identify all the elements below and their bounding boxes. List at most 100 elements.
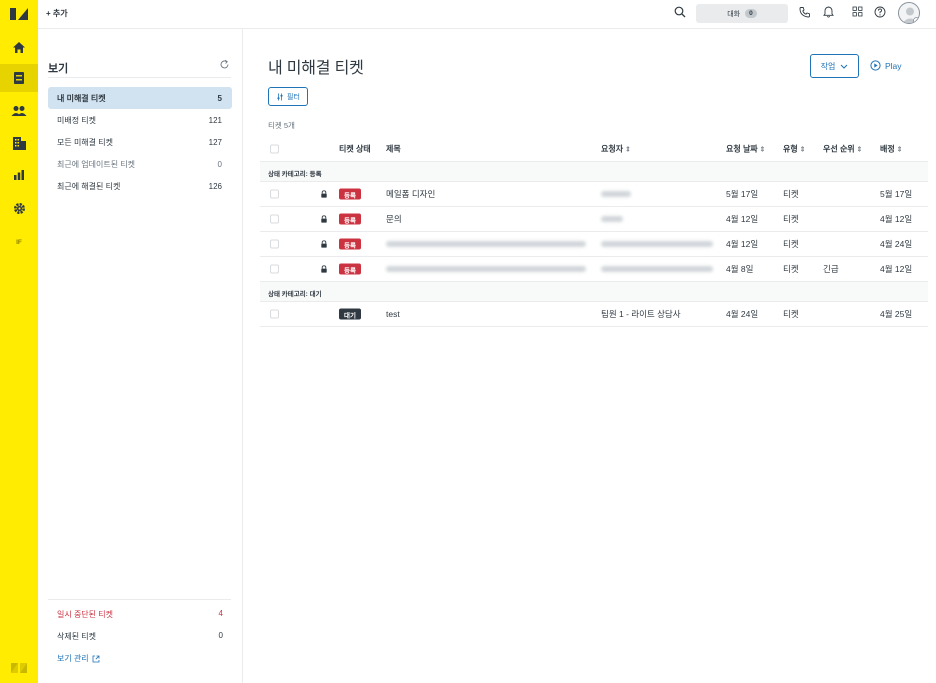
column-header-requester[interactable]: 요청자 ⇕: [601, 144, 631, 155]
view-item-recently-updated[interactable]: 최근에 업데이트된 티켓 0: [48, 153, 232, 175]
user-avatar[interactable]: [898, 2, 920, 24]
view-item-deleted[interactable]: 삭제된 티켓 0: [57, 631, 223, 642]
column-header-status[interactable]: 티켓 상태: [339, 144, 371, 155]
views-bottom-divider: [48, 599, 231, 600]
ticket-type: 티켓: [783, 264, 799, 274]
conversations-button[interactable]: 대화 0: [696, 4, 788, 23]
table-row[interactable]: 등록 문의 4월 12일 티켓 4월 12일: [260, 207, 928, 232]
organizations-nav[interactable]: [0, 129, 38, 157]
sort-icon: ⇕: [625, 146, 631, 154]
row-checkbox[interactable]: [270, 239, 279, 249]
view-item-count: 126: [208, 181, 222, 191]
external-link-icon: [92, 655, 100, 662]
row-checkbox[interactable]: [270, 214, 279, 224]
column-header-subject[interactable]: 제목: [386, 144, 401, 155]
phone-icon[interactable]: [799, 6, 811, 18]
requested-date: 4월 12일: [726, 239, 759, 249]
apps-grid-icon[interactable]: [852, 6, 863, 17]
actions-label: 작업: [820, 61, 836, 71]
view-item-count: 0: [217, 159, 222, 169]
view-item-label: 최근에 해결된 티켓: [57, 181, 121, 191]
status-group-header: 상태 카테고리: 대기: [260, 282, 928, 302]
ticket-type: 티켓: [783, 309, 799, 319]
settings-nav[interactable]: [0, 194, 38, 222]
view-item-count: 121: [208, 115, 222, 125]
column-header-requested[interactable]: 요청 날짜 ⇕: [726, 144, 766, 155]
select-all-checkbox[interactable]: [270, 144, 279, 154]
view-item-my-unsolved[interactable]: 내 미해결 티켓 5: [48, 87, 232, 109]
view-item-suspended[interactable]: 일시 중단된 티켓 4: [57, 609, 223, 620]
view-item-label: 미배정 티켓: [57, 115, 97, 125]
table-header: 티켓 상태 제목 요청자 ⇕ 요청 날짜 ⇕ 유형 ⇕ 우선 순위 ⇕ 배정 ⇕: [260, 137, 928, 162]
status-badge: 대기: [339, 308, 361, 320]
actions-dropdown-button[interactable]: 작업: [810, 54, 859, 78]
table-row[interactable]: 등록 4월 8일 티켓 긴급 4월 12일: [260, 257, 928, 282]
bell-icon[interactable]: [823, 6, 834, 18]
lock-icon: [321, 190, 327, 198]
ticket-priority: 긴급: [823, 264, 839, 274]
sort-icon: ⇕: [799, 146, 806, 154]
table-row[interactable]: 등록 메일폼 디자인 5월 17일 티켓 5월 17일: [260, 182, 928, 207]
column-header-priority[interactable]: 우선 순위 ⇕: [823, 144, 863, 155]
chevron-down-icon: [841, 64, 848, 69]
conversations-count: 0: [745, 9, 757, 18]
filter-label: 필터: [287, 93, 300, 101]
view-item-unassigned[interactable]: 미배정 티켓 121: [48, 109, 232, 131]
requester-redacted: [601, 266, 713, 272]
zendesk-logo-icon[interactable]: [9, 6, 29, 22]
requester-redacted: [601, 216, 623, 222]
views-title: 보기: [48, 63, 69, 75]
search-icon[interactable]: [674, 6, 686, 18]
ticket-subject[interactable]: 문의: [386, 213, 402, 225]
top-bar: + 추가 대화 0: [38, 0, 936, 29]
refresh-icon[interactable]: [219, 59, 230, 70]
table-row[interactable]: 등록 4월 12일 티켓 4월 24일: [260, 232, 928, 257]
view-item-recently-solved[interactable]: 최근에 해결된 티켓 126: [48, 175, 232, 197]
requester-redacted: [601, 191, 631, 197]
status-group-header: 상태 카테고리: 등록: [260, 162, 928, 182]
zendesk-wordmark-icon: [11, 663, 27, 673]
add-button[interactable]: + 추가: [46, 8, 68, 19]
views-list: 내 미해결 티켓 5 미배정 티켓 121 모든 미해결 티켓 127 최근에 …: [48, 87, 232, 197]
home-nav[interactable]: [0, 33, 38, 61]
sort-icon: ⇕: [896, 146, 903, 154]
assigned-date: 4월 12일: [880, 214, 913, 224]
view-item-label: 내 미해결 티켓: [57, 93, 106, 103]
status-badge: 등록: [339, 263, 361, 275]
ticket-type: 티켓: [783, 189, 799, 199]
column-header-assigned[interactable]: 배정 ⇕: [880, 144, 903, 155]
status-group-label: 상태 카테고리: 등록: [268, 171, 322, 178]
help-icon[interactable]: [874, 6, 886, 18]
tickets-icon: [14, 72, 24, 84]
row-checkbox[interactable]: [270, 189, 279, 199]
row-checkbox[interactable]: [270, 309, 279, 319]
requested-date: 5월 17일: [726, 189, 759, 199]
tickets-nav[interactable]: [0, 64, 38, 92]
organizations-icon: [12, 137, 26, 150]
users-icon: [11, 106, 27, 116]
users-nav[interactable]: [0, 97, 38, 125]
view-item-all-unsolved[interactable]: 모든 미해결 티켓 127: [48, 131, 232, 153]
sort-icon: ⇕: [759, 146, 766, 154]
ticket-count: 티켓 5개: [268, 121, 295, 130]
reports-nav[interactable]: [0, 161, 38, 189]
sort-icon: ⇕: [856, 146, 863, 154]
ticket-subject[interactable]: test: [386, 309, 400, 319]
table-row[interactable]: 대기 test 팀원 1 - 라이트 상담사 4월 24일 티켓 4월 25일: [260, 302, 928, 327]
filter-button[interactable]: 필터: [268, 87, 308, 106]
subject-redacted: [386, 266, 586, 272]
lock-icon: [321, 240, 327, 248]
play-button[interactable]: Play: [870, 60, 902, 71]
lock-icon: [321, 265, 327, 273]
assigned-date: 5월 17일: [880, 189, 913, 199]
app-nav-if[interactable]: IF: [0, 228, 38, 256]
ticket-requester[interactable]: 팀원 1 - 라이트 상담사: [601, 308, 681, 320]
assigned-date: 4월 24일: [880, 239, 913, 249]
manage-views-link[interactable]: 보기 관리: [57, 653, 100, 664]
ticket-type: 티켓: [783, 214, 799, 224]
row-checkbox[interactable]: [270, 264, 279, 274]
ticket-subject[interactable]: 메일폼 디자인: [386, 188, 435, 200]
view-item-count: 5: [217, 93, 222, 103]
column-header-type[interactable]: 유형 ⇕: [783, 144, 806, 155]
ticket-type: 티켓: [783, 239, 799, 249]
